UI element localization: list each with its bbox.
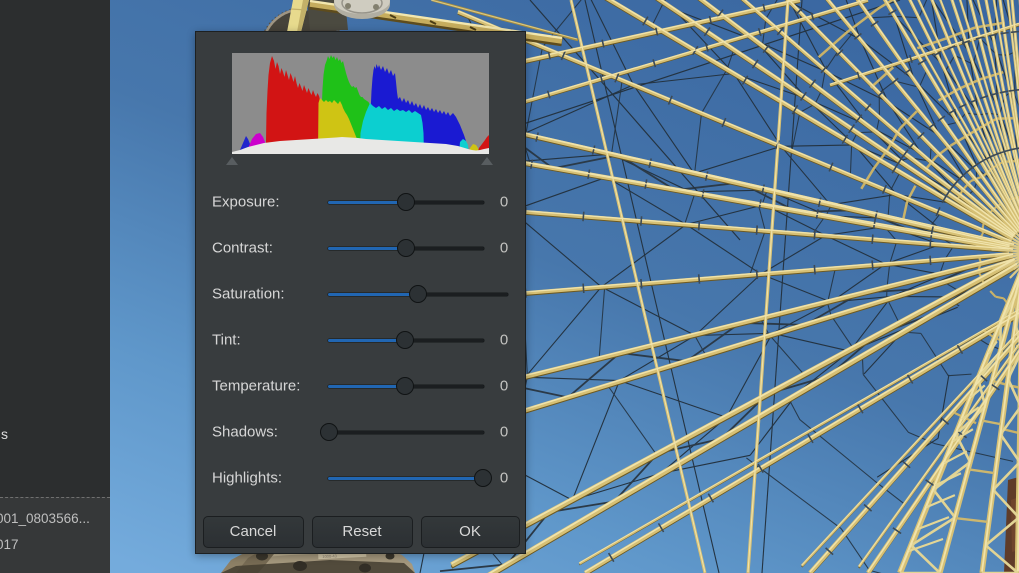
- svg-text:1000-43: 1000-43: [322, 553, 338, 559]
